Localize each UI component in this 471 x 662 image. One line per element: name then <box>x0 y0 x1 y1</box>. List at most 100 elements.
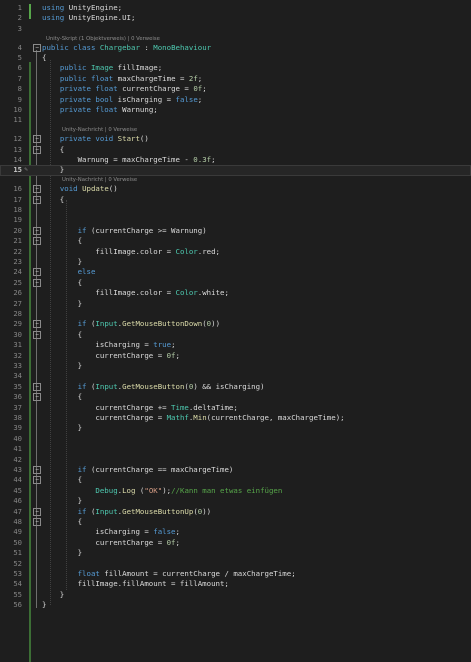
code-text: float fillAmount = currentCharge / maxCh… <box>42 569 296 579</box>
code-line[interactable]: 24 − else <box>0 267 471 277</box>
codelens-hint[interactable]: Unity-Nachricht | 0 Verweise <box>0 126 471 134</box>
code-line[interactable]: 40 <box>0 434 471 444</box>
code-line[interactable]: 36 − { <box>0 392 471 402</box>
code-line[interactable]: 15 ✎ } <box>0 165 471 176</box>
code-token: ; <box>175 350 180 360</box>
code-line[interactable]: 55 } <box>0 590 471 600</box>
code-token: Input <box>95 381 118 391</box>
code-line[interactable]: 54 fillImage.fillAmount = fillAmount; <box>0 579 471 589</box>
fold-toggle-icon[interactable]: − <box>33 195 41 204</box>
code-token: GetMouseButtonUp <box>122 506 194 516</box>
fold-toggle-icon[interactable]: − <box>33 135 41 144</box>
code-line[interactable]: 32 currentCharge = 0f; <box>0 351 471 361</box>
code-line[interactable]: 13 − { <box>0 145 471 155</box>
code-line[interactable]: 45 Debug.Log ("OK");//Kann man etwas ein… <box>0 486 471 496</box>
fold-toggle-icon[interactable]: − <box>33 237 41 246</box>
fold-toggle-icon[interactable]: − <box>33 185 41 194</box>
code-line[interactable]: 49 isCharging = false; <box>0 527 471 537</box>
code-token: private float <box>59 84 118 94</box>
code-line[interactable]: 9 private bool isCharging = false; <box>0 95 471 105</box>
code-line[interactable]: 18 <box>0 205 471 215</box>
code-line[interactable]: 12 − private void Start() <box>0 134 471 144</box>
fold-toggle-icon[interactable]: − <box>33 145 41 154</box>
code-line[interactable]: 35 − if (Input.GetMouseButton(0) && isCha… <box>0 382 471 392</box>
code-line[interactable]: 37 currentCharge += Time.deltaTime; <box>0 403 471 413</box>
code-line[interactable]: 48 − { <box>0 517 471 527</box>
code-line[interactable]: 23 } <box>0 257 471 267</box>
line-number: 12 <box>13 134 22 144</box>
code-line[interactable]: 17 − { <box>0 195 471 205</box>
code-line[interactable]: 14 Warnung = maxChargeTime - 0.3f; <box>0 155 471 165</box>
code-line[interactable]: 47 − if (Input.GetMouseButtonUp(0)) <box>0 507 471 517</box>
code-line[interactable]: 4 − public class Chargebar : MonoBehaviour <box>0 43 471 53</box>
code-line[interactable]: 2 using UnityEngine.UI; <box>0 13 471 23</box>
code-line[interactable]: 44 − { <box>0 475 471 485</box>
code-text: } <box>42 257 82 267</box>
line-number: 35 <box>13 381 22 391</box>
code-line[interactable]: 8 private float currentCharge = 0f; <box>0 84 471 94</box>
code-token: } <box>42 298 83 308</box>
code-line[interactable]: 42 <box>0 455 471 465</box>
code-line[interactable]: 27 } <box>0 299 471 309</box>
code-line[interactable]: 39 } <box>0 423 471 433</box>
code-line[interactable]: 33 } <box>0 361 471 371</box>
codelens-text[interactable]: Unity-Skript (1 Objektverweis) | 0 Verwe… <box>46 35 160 43</box>
code-token: .white; <box>197 288 229 298</box>
codelens-text[interactable]: Unity-Nachricht | 0 Verweise <box>62 126 137 134</box>
code-line[interactable]: 53 float fillAmount = currentCharge / ma… <box>0 569 471 579</box>
code-line[interactable]: 6 public Image fillImage; <box>0 63 471 73</box>
fold-toggle-icon[interactable]: − <box>33 382 41 391</box>
code-line[interactable]: 31 isCharging = true; <box>0 340 471 350</box>
code-line[interactable]: 25 − { <box>0 278 471 288</box>
code-editor[interactable]: 1 using UnityEngine; 2 using UnityEngine.UI… <box>0 0 471 662</box>
code-line[interactable]: 43 − if (currentCharge == maxChargeTime) <box>0 465 471 475</box>
code-line[interactable]: 22 fillImage.color = Color.red; <box>0 247 471 257</box>
fold-toggle-icon[interactable]: − <box>33 507 41 516</box>
code-line[interactable]: 50 currentCharge = 0f; <box>0 538 471 548</box>
code-line[interactable]: 52 <box>0 559 471 569</box>
line-number: 7 <box>17 73 22 83</box>
line-number: 36 <box>13 392 22 402</box>
code-line[interactable]: 38 currentCharge = Mathf.Min(currentChar… <box>0 413 471 423</box>
code-line[interactable]: 1 using UnityEngine; <box>0 3 471 13</box>
code-line[interactable]: 11 <box>0 115 471 125</box>
quick-action-icon[interactable]: ✎ <box>22 165 30 175</box>
code-text: { <box>42 145 64 155</box>
code-line[interactable]: 34 <box>0 371 471 381</box>
code-line[interactable]: 29 − if (Input.GetMouseButtonDown(0)) <box>0 319 471 329</box>
code-line[interactable]: 46 } <box>0 496 471 506</box>
fold-toggle-icon[interactable]: − <box>33 476 41 485</box>
code-token: Color <box>175 288 198 298</box>
fold-toggle-icon[interactable]: − <box>33 226 41 235</box>
codelens-hint[interactable]: Unity-Nachricht | 0 Verweise <box>0 176 471 184</box>
code-line[interactable]: 51 } <box>0 548 471 558</box>
code-line[interactable]: 3 <box>0 24 471 34</box>
code-line[interactable]: 20 − if (currentCharge >= Warnung) <box>0 226 471 236</box>
code-line[interactable]: 21 − { <box>0 236 471 246</box>
code-line[interactable]: 41 <box>0 444 471 454</box>
code-line[interactable]: 19 <box>0 215 471 225</box>
fold-toggle-icon[interactable]: − <box>33 278 41 287</box>
fold-toggle-icon[interactable]: − <box>33 393 41 402</box>
code-token: () <box>108 184 118 194</box>
line-number: 4 <box>17 42 22 52</box>
code-token: false <box>153 527 176 537</box>
code-line[interactable]: 16 − void Update() <box>0 184 471 194</box>
fold-toggle-icon[interactable]: − <box>33 43 41 52</box>
code-line[interactable]: 30 − { <box>0 330 471 340</box>
codelens-hint[interactable]: Unity-Skript (1 Objektverweis) | 0 Verwe… <box>0 35 471 43</box>
fold-toggle-icon[interactable]: − <box>33 330 41 339</box>
fold-toggle-icon[interactable]: − <box>33 518 41 526</box>
line-number: 54 <box>13 579 22 589</box>
fold-toggle-icon[interactable]: − <box>33 466 41 474</box>
code-line[interactable]: 10 private float Warnung; <box>0 105 471 115</box>
code-line[interactable]: 7 public float maxChargeTime = 2f; <box>0 74 471 84</box>
codelens-text[interactable]: Unity-Nachricht | 0 Verweise <box>62 176 137 184</box>
code-line[interactable]: 26 fillImage.color = Color.white; <box>0 288 471 298</box>
code-line[interactable]: 28 <box>0 309 471 319</box>
code-line[interactable]: 5{ <box>0 53 471 63</box>
code-line[interactable]: 56} <box>0 600 471 610</box>
fold-toggle-icon[interactable]: − <box>33 268 41 277</box>
fold-toggle-icon[interactable]: − <box>33 320 41 329</box>
